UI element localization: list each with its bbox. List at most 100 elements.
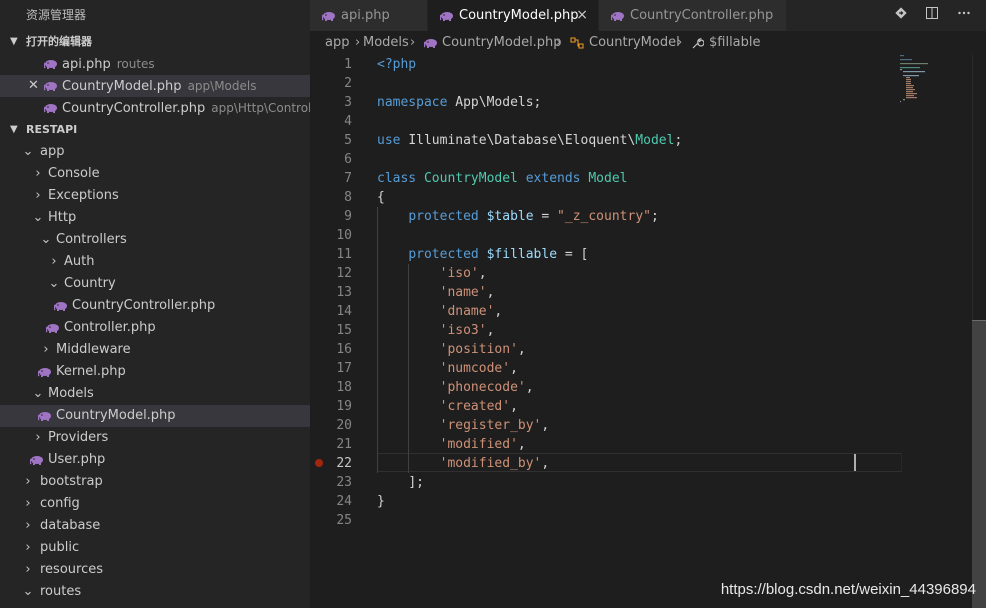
code-line[interactable]: 16 'position', — [310, 340, 986, 359]
git-compare-icon[interactable] — [892, 6, 910, 24]
code-line[interactable]: 2 — [310, 74, 986, 93]
code-line[interactable]: 21 'modified', — [310, 435, 986, 454]
tab-label: CountryModel.php — [459, 8, 579, 23]
code-token: , — [541, 418, 550, 433]
breadcrumb-separator: › — [355, 35, 361, 50]
code-line[interactable]: 17 'numcode', — [310, 359, 986, 378]
folder-http[interactable]: ⌄ Http — [0, 207, 310, 229]
folder-console[interactable]: › Console — [0, 163, 310, 185]
code-text: 'dname', — [377, 302, 503, 321]
open-editor-item-active[interactable]: ✕ CountryModel.php app\Models — [0, 75, 310, 97]
php-file-icon — [611, 11, 625, 21]
code-line[interactable]: 19 'created', — [310, 397, 986, 416]
code-token: , — [486, 323, 495, 338]
code-token: 'modified_by' — [439, 456, 542, 471]
file-user[interactable]: User.php — [0, 449, 310, 471]
code-line[interactable]: 3 namespace App\Models; — [310, 93, 986, 112]
code-token: 'iso' — [439, 266, 479, 281]
folder-app[interactable]: ⌄ app — [0, 141, 310, 163]
code-line[interactable]: 1 <?php — [310, 55, 986, 74]
code-token: class — [377, 171, 417, 186]
open-editors-header[interactable]: ▼ 打开的编辑器 — [0, 31, 310, 53]
chevron-right-icon: › — [25, 474, 31, 489]
more-actions-icon[interactable] — [955, 6, 973, 24]
code-line[interactable]: 11 protected $fillable = [ — [310, 245, 986, 264]
folder-config[interactable]: › config — [0, 493, 310, 515]
folder-routes[interactable]: ⌄ routes — [0, 581, 310, 603]
folder-public[interactable]: › public — [0, 537, 310, 559]
file-controller[interactable]: Controller.php — [0, 317, 310, 339]
breadcrumb-item[interactable]: app — [325, 31, 349, 55]
code-text: 'modified_by', — [377, 454, 550, 473]
chevron-right-icon: › — [35, 188, 41, 203]
code-line[interactable]: 9 protected $table = "_z_country"; — [310, 207, 986, 226]
code-text: 'phonecode', — [377, 378, 534, 397]
code-line[interactable]: 14 'dname', — [310, 302, 986, 321]
file-kernel[interactable]: Kernel.php — [0, 361, 310, 383]
minimap[interactable] — [900, 55, 970, 115]
code-editor[interactable]: 1 <?php 2 3 namespace App\Models; 4 5 use Illum… — [310, 55, 986, 608]
code-token: namespace — [377, 95, 448, 110]
open-editor-item[interactable]: api.php routes — [0, 53, 310, 75]
tab-api[interactable]: api.php — [310, 0, 427, 31]
code-line[interactable]: 7 class CountryModel extends Model — [310, 169, 986, 188]
breadcrumb-item[interactable]: $fillable — [709, 31, 761, 55]
code-line[interactable]: 13 'name', — [310, 283, 986, 302]
tree-label: config — [40, 496, 80, 511]
tree-label: Exceptions — [48, 188, 119, 203]
code-token: , — [525, 380, 534, 395]
folder-database[interactable]: › database — [0, 515, 310, 537]
line-number: 5 — [344, 133, 352, 148]
breadcrumb-item[interactable]: Models — [363, 31, 409, 55]
code-token: , — [517, 437, 526, 452]
folder-providers[interactable]: › Providers — [0, 427, 310, 449]
scrollbar-thumb[interactable] — [972, 321, 986, 608]
tree-label: Controller.php — [64, 320, 156, 335]
tree-label: routes — [40, 584, 82, 599]
code-line[interactable]: 22 'modified_by', — [310, 454, 986, 473]
file-country-model[interactable]: CountryModel.php — [0, 405, 310, 427]
project-label: RESTAPI — [26, 123, 78, 136]
folder-resources[interactable]: › resources — [0, 559, 310, 581]
code-line[interactable]: 8{ — [310, 188, 986, 207]
breadcrumb-separator: › — [677, 35, 683, 50]
code-line[interactable]: 12 'iso', — [310, 264, 986, 283]
folder-bootstrap[interactable]: › bootstrap — [0, 471, 310, 493]
folder-country[interactable]: ⌄ Country — [0, 273, 310, 295]
code-token: , — [486, 285, 495, 300]
breadcrumb-item[interactable]: CountryModel — [589, 31, 680, 55]
split-editor-icon[interactable] — [923, 6, 941, 24]
folder-auth[interactable]: › Auth — [0, 251, 310, 273]
code-token: Illuminate\Database\Eloquent\ — [408, 133, 636, 148]
line-number: 21 — [336, 437, 352, 452]
file-country-controller[interactable]: CountryController.php — [0, 295, 310, 317]
code-line[interactable]: 10 — [310, 226, 986, 245]
chevron-down-icon: ⌄ — [32, 210, 44, 225]
project-header[interactable]: ▼ RESTAPI — [0, 119, 310, 141]
open-editor-item[interactable]: CountryController.php app\Http\Controller… — [0, 97, 310, 119]
code-line[interactable]: 18 'phonecode', — [310, 378, 986, 397]
code-line[interactable]: 5 use Illuminate\Database\Eloquent\Model; — [310, 131, 986, 150]
tree-label: Http — [48, 210, 77, 225]
code-line[interactable]: 4 — [310, 112, 986, 131]
code-token: } — [377, 494, 385, 509]
tree-label: Models — [48, 386, 94, 401]
code-line[interactable]: 15 'iso3', — [310, 321, 986, 340]
code-line[interactable]: 6 — [310, 150, 986, 169]
close-icon[interactable]: × — [576, 0, 588, 31]
folder-middleware[interactable]: › Middleware — [0, 339, 310, 361]
breadcrumb-item[interactable]: CountryModel.php — [442, 31, 562, 55]
code-text: 'position', — [377, 340, 526, 359]
chevron-right-icon: › — [43, 342, 49, 357]
code-line[interactable]: 20 'register_by', — [310, 416, 986, 435]
folder-controllers[interactable]: ⌄ Controllers — [0, 229, 310, 251]
close-icon[interactable]: ✕ — [28, 75, 39, 97]
code-line[interactable]: 25 — [310, 511, 986, 530]
breadcrumb-separator: › — [410, 35, 416, 50]
folder-exceptions[interactable]: › Exceptions — [0, 185, 310, 207]
tab-country-controller[interactable]: CountryController.php — [599, 0, 786, 31]
code-line[interactable]: 24} — [310, 492, 986, 511]
folder-models[interactable]: ⌄ Models — [0, 383, 310, 405]
tab-country-model[interactable]: CountryModel.php × — [428, 0, 598, 31]
code-line[interactable]: 23 ]; — [310, 473, 986, 492]
